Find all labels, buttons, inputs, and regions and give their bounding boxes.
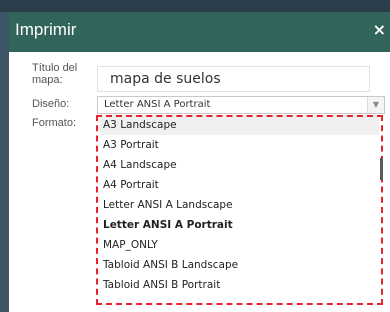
dialog-titlebar: Imprimir × xyxy=(9,12,390,52)
chevron-down-icon[interactable]: ▼ xyxy=(367,97,384,113)
dropdown-option[interactable]: A4 Portrait xyxy=(100,175,379,195)
dropdown-option-selected[interactable]: Letter ANSI A Portrait xyxy=(100,215,379,235)
dropdown-option[interactable]: A4 Landscape xyxy=(100,155,379,175)
layout-select[interactable]: Letter ANSI A Portrait ▼ xyxy=(97,96,385,114)
close-icon[interactable]: × xyxy=(373,20,386,39)
dropdown-option[interactable]: Tabloid ANSI B Portrait xyxy=(100,275,379,295)
layout-selected-value: Letter ANSI A Portrait xyxy=(104,99,211,110)
format-label: Formato: xyxy=(32,117,77,129)
layout-label: Diseño: xyxy=(32,98,70,110)
layout-dropdown-list: A3 Landscape A3 Portrait A4 Landscape A4… xyxy=(100,115,379,297)
background-map xyxy=(0,0,390,12)
dropdown-option[interactable]: A3 Portrait xyxy=(100,135,379,155)
map-title-input[interactable]: mapa de suelos xyxy=(97,66,370,92)
dialog-title: Imprimir xyxy=(15,20,77,39)
dropdown-option[interactable]: Letter ANSI A Landscape xyxy=(100,195,379,215)
map-title-label: Título del mapa: xyxy=(32,62,78,86)
dropdown-scrollbar[interactable] xyxy=(380,158,383,180)
dropdown-option[interactable]: MAP_ONLY xyxy=(100,235,379,255)
dropdown-option[interactable]: A3 Landscape xyxy=(100,115,379,135)
dropdown-option[interactable]: Tabloid ANSI B Landscape xyxy=(100,255,379,275)
